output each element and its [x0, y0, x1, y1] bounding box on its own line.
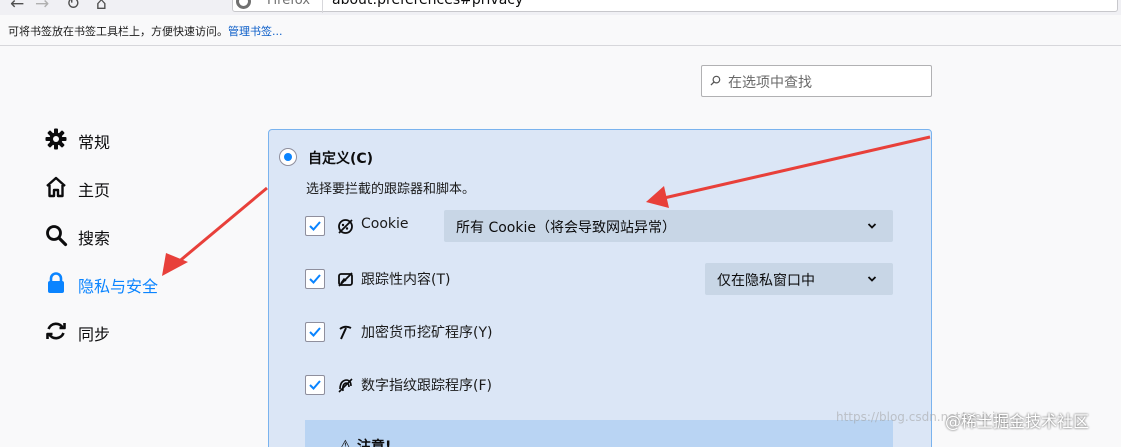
search-icon — [46, 225, 68, 247]
sidebar-item-label: 隐私与安全 — [78, 277, 159, 296]
url-identity-label: Firefox — [267, 0, 311, 8]
url-separator — [322, 0, 323, 13]
fingerprint-checkbox[interactable] — [305, 375, 325, 395]
cryptominer-option[interactable]: 加密货币挖矿程序(Y) — [305, 316, 905, 348]
cookie-icon — [338, 219, 353, 234]
tracking-content-checkbox[interactable] — [305, 269, 325, 289]
sidebar-item-label: 同步 — [78, 325, 111, 344]
cookie-checkbox[interactable] — [305, 216, 325, 236]
url-bar[interactable]: Firefox about:preferences#privacy — [232, 0, 1118, 13]
custom-radio[interactable] — [279, 148, 297, 166]
custom-description: 选择要拦截的跟踪器和脚本。 — [306, 182, 476, 197]
search-input[interactable]: 在选项中查找 — [701, 65, 932, 97]
sidebar-item-label: 搜索 — [78, 229, 111, 248]
lock-icon — [48, 272, 64, 293]
tracking-content-icon — [338, 272, 353, 287]
reload-button[interactable]: ↻ — [66, 0, 80, 14]
tracking-content-label: 跟踪性内容(T) — [361, 272, 451, 288]
sidebar-item-label: 常规 — [78, 133, 111, 152]
back-button[interactable]: ← — [10, 0, 24, 14]
manage-bookmarks-link[interactable]: 管理书签... — [228, 25, 283, 38]
warning-note-label: 注意! — [357, 439, 392, 447]
cryptominer-icon — [339, 325, 352, 340]
preferences-page: 在选项中查找 常规 主页 搜索 隐私与安全 同步 自定义(C) 选择要拦截的跟踪… — [0, 46, 1121, 447]
custom-radio-label[interactable]: 自定义(C) — [308, 148, 373, 168]
tracking-content-dropdown[interactable]: 仅在隐私窗口中 — [705, 263, 893, 295]
url-text[interactable]: about:preferences#privacy — [332, 0, 523, 8]
gear-icon — [45, 128, 67, 150]
search-placeholder: 在选项中查找 — [728, 75, 812, 91]
browser-toolbar: ← → ↻ ⌂ Firefox about:preferences#privac… — [0, 0, 1121, 15]
sidebar-item-label: 主页 — [78, 181, 111, 200]
cookie-dropdown-value: 所有 Cookie（将会导致网站异常） — [456, 220, 676, 236]
forward-button[interactable]: → — [35, 0, 49, 14]
warning-icon: ⚠ — [339, 438, 352, 447]
home-icon — [46, 176, 66, 198]
chevron-down-icon — [867, 223, 877, 229]
search-icon — [710, 75, 721, 86]
brand-watermark: @稀土掘金技术社区 — [945, 412, 1090, 431]
bookmarks-hint: 可将书签放在书签工具栏上，方便快速访问。管理书签... — [8, 23, 283, 39]
fingerprint-option[interactable]: 数字指纹跟踪程序(F) — [305, 369, 905, 401]
custom-blocking-panel: 自定义(C) 选择要拦截的跟踪器和脚本。 Cookie 所有 Cookie（将会… — [268, 129, 932, 447]
cookie-option[interactable]: Cookie 所有 Cookie（将会导致网站异常） — [305, 210, 905, 242]
fingerprint-label: 数字指纹跟踪程序(F) — [361, 378, 492, 394]
bookmarks-hint-text: 可将书签放在书签工具栏上，方便快速访问。 — [8, 25, 228, 38]
warning-note: ⚠ 注意! — [305, 420, 893, 447]
home-button[interactable]: ⌂ — [96, 0, 107, 14]
cookie-dropdown[interactable]: 所有 Cookie（将会导致网站异常） — [444, 210, 893, 242]
firefox-identity-icon — [236, 0, 251, 9]
cookie-label: Cookie — [361, 216, 409, 232]
tracking-content-option[interactable]: 跟踪性内容(T) 仅在隐私窗口中 — [305, 263, 905, 295]
cryptominer-checkbox[interactable] — [305, 322, 325, 342]
bookmarks-toolbar: 可将书签放在书签工具栏上，方便快速访问。管理书签... — [0, 15, 1121, 46]
tracking-content-dropdown-value: 仅在隐私窗口中 — [717, 273, 815, 289]
sync-icon — [46, 322, 66, 340]
chevron-down-icon — [867, 276, 877, 282]
cryptominer-label: 加密货币挖矿程序(Y) — [361, 325, 493, 341]
fingerprint-icon — [338, 378, 353, 393]
